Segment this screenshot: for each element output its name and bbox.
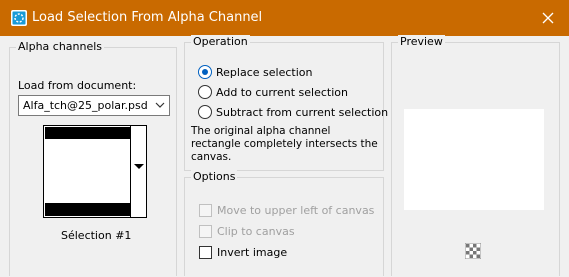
preview-label: Preview: [398, 35, 445, 48]
window-title: Load Selection From Alpha Channel: [32, 10, 263, 25]
close-icon: [542, 12, 554, 24]
operation-description-line-3: canvas.: [191, 151, 232, 163]
subtract-selection-radio[interactable]: [198, 105, 212, 119]
clip-to-canvas-checkbox[interactable]: [199, 225, 212, 238]
chevron-down-icon: [155, 100, 165, 110]
invert-image-label[interactable]: Invert image: [217, 246, 287, 259]
channel-thumbnail-bottom-band: [45, 203, 130, 216]
operation-group: Operation Replace selection Add to curre…: [184, 35, 388, 171]
clip-to-canvas-label: Clip to canvas: [217, 225, 295, 238]
document-select[interactable]: Alfa_tch@25_polar.psd: [18, 95, 170, 116]
channel-thumbnail-top-band: [45, 127, 130, 139]
options-label: Options: [191, 170, 238, 183]
scroll-down-arrow-icon[interactable]: [134, 164, 144, 169]
options-group: Options Move to upper left of canvas Cli…: [184, 170, 384, 276]
thumbnail-scrollbar[interactable]: [130, 126, 146, 217]
operation-description-line-2: rectangle completely intersects the: [191, 138, 378, 150]
invert-image-checkbox[interactable]: [199, 246, 212, 259]
alpha-channels-label: Alpha channels: [16, 40, 105, 53]
close-button[interactable]: [527, 0, 569, 36]
channel-thumbnail-list[interactable]: [43, 125, 147, 218]
dialog-body: Alpha channels Load from document: Alfa_…: [1, 35, 568, 276]
replace-selection-radio[interactable]: [198, 65, 212, 79]
load-from-document-label: Load from document:: [18, 79, 137, 92]
operation-label: Operation: [191, 35, 250, 48]
operation-description-line-1: The original alpha channel: [191, 125, 331, 137]
title-bar: Load Selection From Alpha Channel: [0, 0, 569, 36]
checkerboard-icon[interactable]: [464, 242, 482, 260]
preview-canvas: [404, 109, 544, 210]
app-icon: [10, 9, 28, 27]
move-to-upper-left-label: Move to upper left of canvas: [217, 204, 375, 217]
alpha-channels-group: Alpha channels Load from document: Alfa_…: [9, 40, 177, 276]
preview-group: Preview: [391, 35, 560, 276]
move-to-upper-left-checkbox[interactable]: [199, 204, 212, 217]
channel-caption: Sélection #1: [61, 229, 132, 242]
document-select-value: Alfa_tch@25_polar.psd: [23, 99, 148, 112]
add-selection-radio[interactable]: [198, 85, 212, 99]
replace-selection-label[interactable]: Replace selection: [216, 66, 312, 79]
subtract-selection-label[interactable]: Subtract from current selection: [216, 106, 388, 119]
add-selection-label[interactable]: Add to current selection: [216, 86, 348, 99]
